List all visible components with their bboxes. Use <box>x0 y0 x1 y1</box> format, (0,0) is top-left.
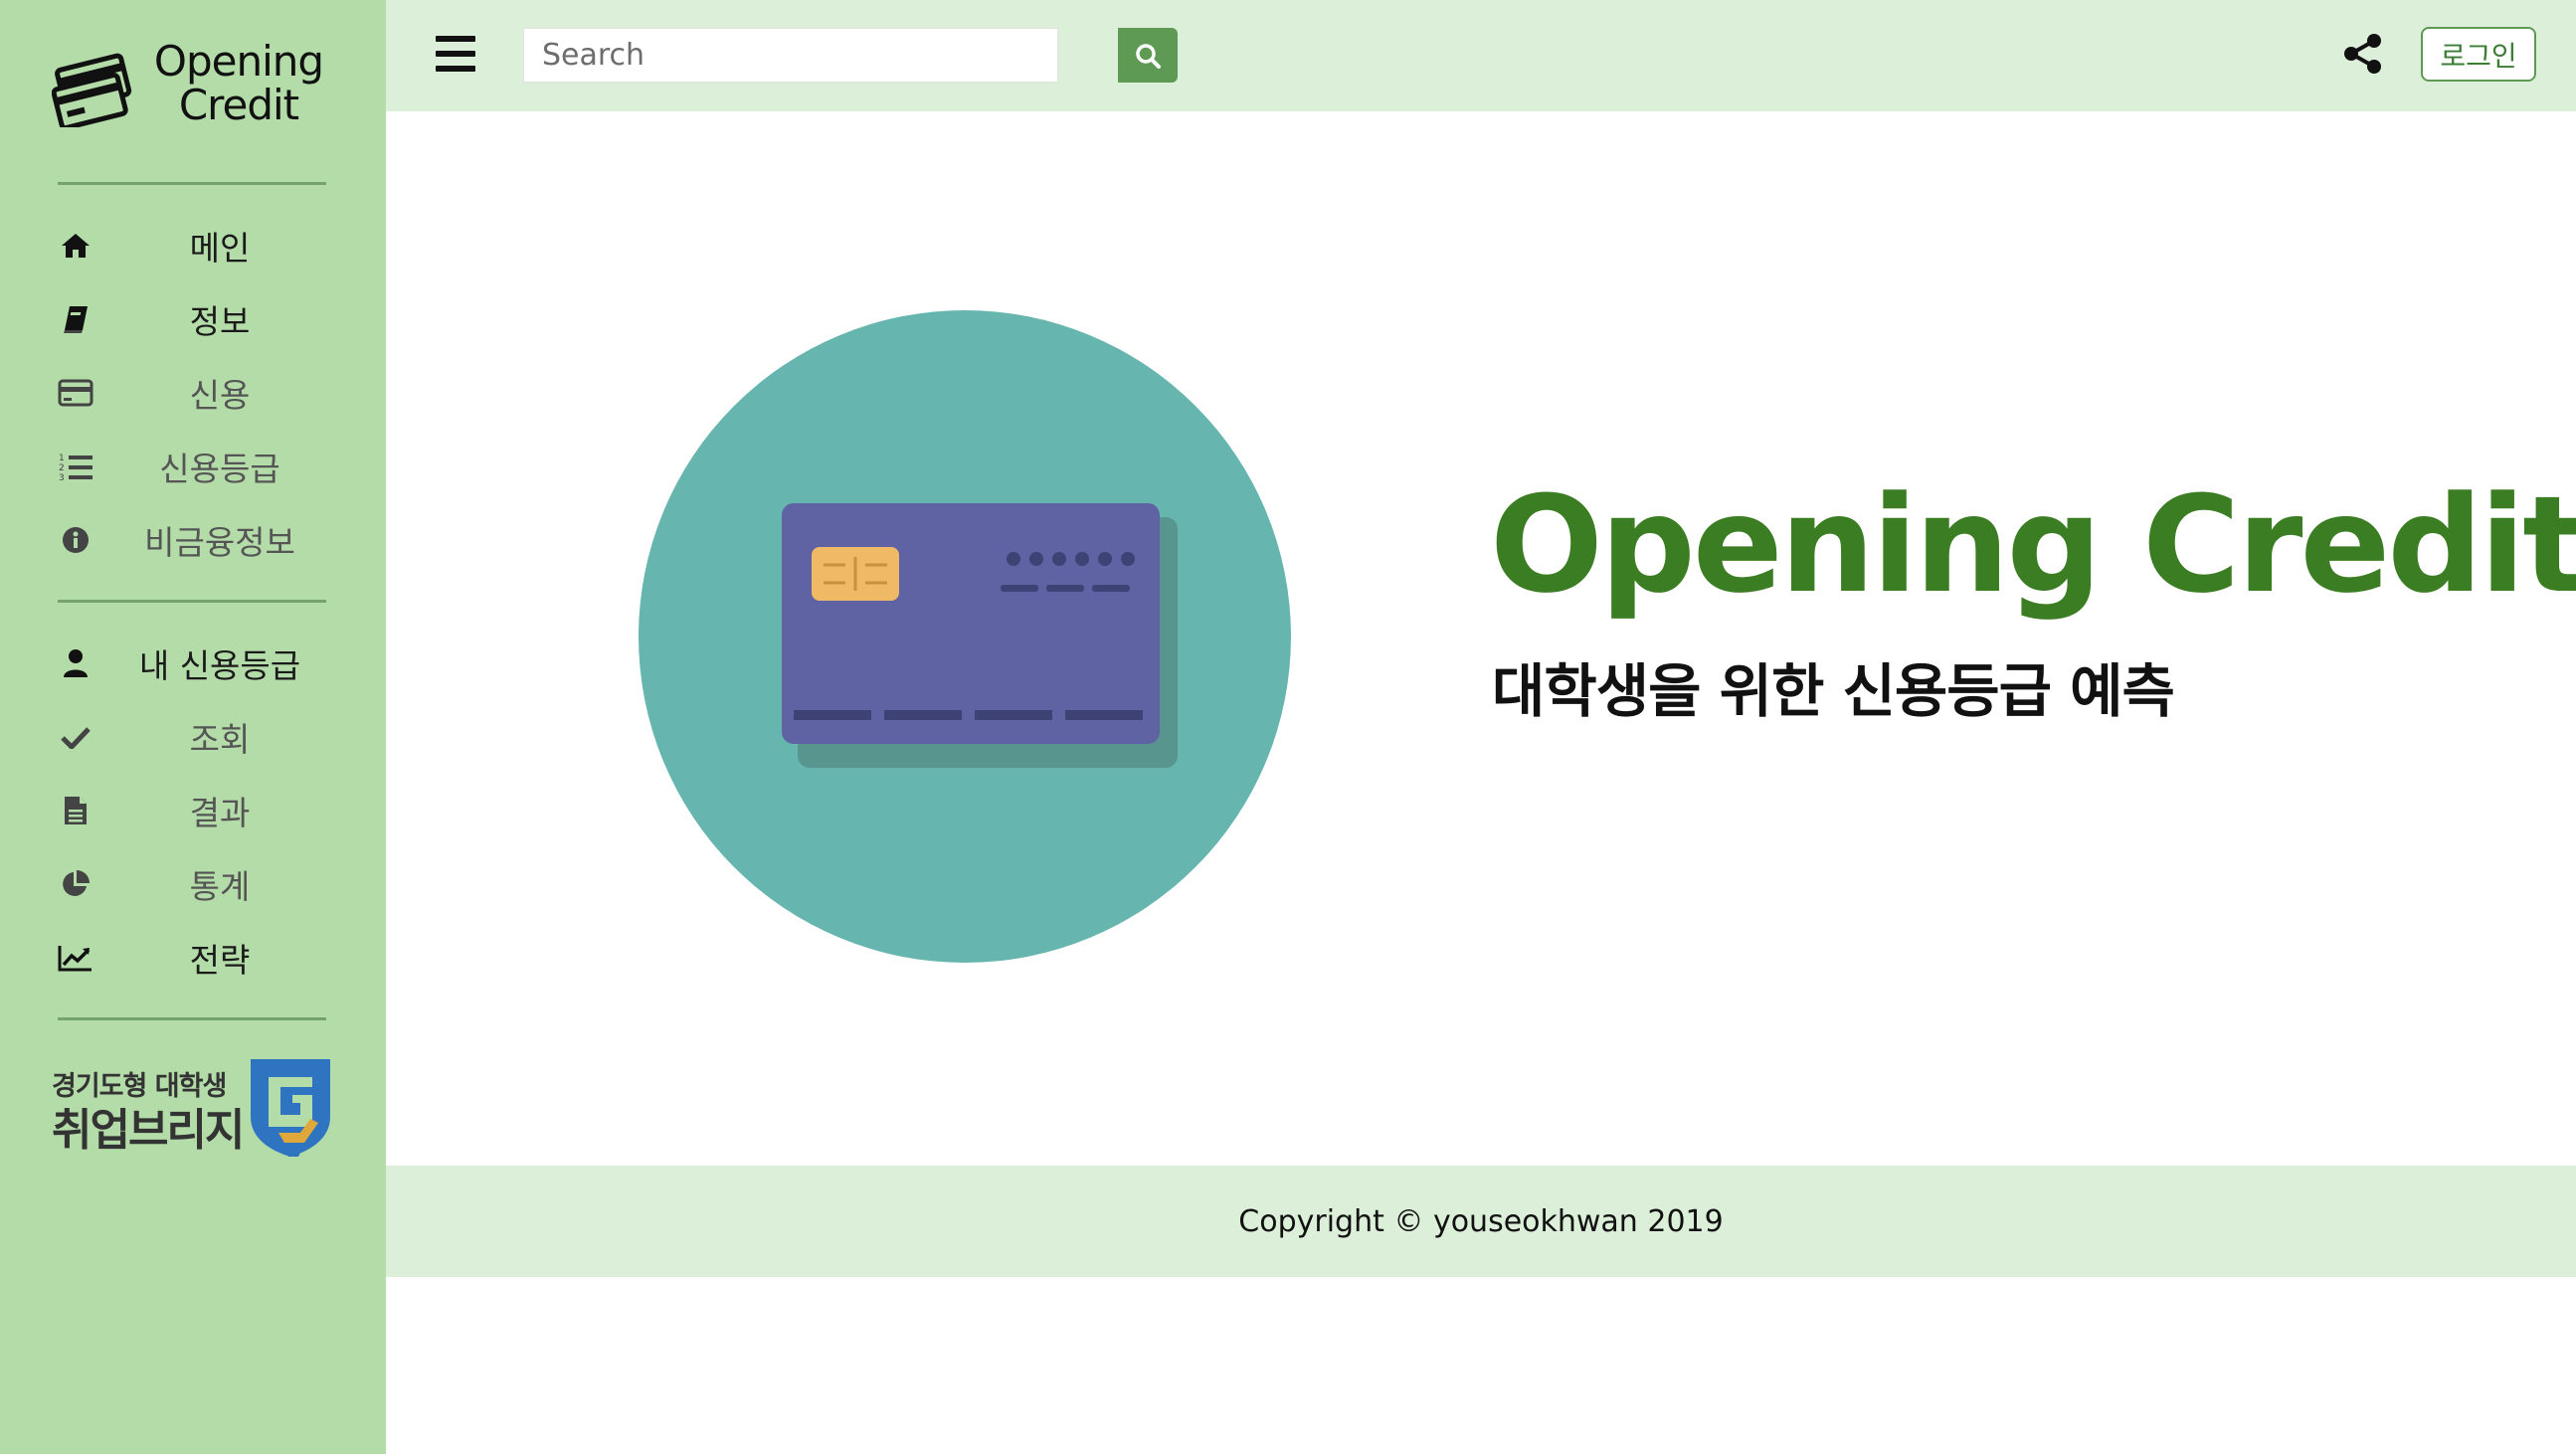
book-icon <box>58 301 93 337</box>
svg-text:1: 1 <box>59 454 65 463</box>
search-button[interactable] <box>1118 28 1178 83</box>
home-icon <box>58 228 93 264</box>
sidebar-item-credit[interactable]: 신용 <box>0 356 386 430</box>
search-input[interactable] <box>523 28 1058 83</box>
sidebar-item-credit-grade[interactable]: 123 신용등급 <box>0 430 386 503</box>
numbered-list-icon: 123 <box>58 449 93 484</box>
app-logo[interactable]: Opening Credit <box>52 40 340 139</box>
sidebar-item-label: 메인 <box>189 229 251 268</box>
partner-line-2: 취업브리지 <box>52 1105 245 1156</box>
hero-title: Opening Credit <box>1490 467 2576 623</box>
copyright-text: Copyright © youseokhwan 2019 <box>1238 1203 1724 1239</box>
sidebar-item-inquiry[interactable]: 조회 <box>0 700 386 774</box>
sidebar-item-label: 신용등급 <box>159 450 280 488</box>
pie-chart-icon <box>58 866 93 902</box>
sidebar-item-info[interactable]: 정보 <box>0 282 386 356</box>
menu-toggle-icon[interactable] <box>436 36 475 72</box>
svg-text:2: 2 <box>59 463 65 473</box>
sidebar-item-label: 내 신용등급 <box>138 646 301 685</box>
info-icon <box>58 522 93 558</box>
sidebar-divider <box>58 1017 326 1020</box>
credit-card-illustration <box>639 310 1291 963</box>
sidebar-item-label: 신용 <box>189 376 251 415</box>
sidebar-item-label: 비금융정보 <box>144 523 295 562</box>
gyeonggi-bridge-emblem-icon <box>251 1059 330 1157</box>
hero-subtitle: 대학생을 위한 신용등급 예측 <box>1492 657 2175 725</box>
sidebar-item-label: 전략 <box>189 941 251 980</box>
logo-text: Opening Credit <box>139 40 338 127</box>
footer: Copyright © youseokhwan 2019 <box>386 1166 2576 1277</box>
sidebar-divider <box>58 600 326 603</box>
logo-line-2: Credit <box>178 81 299 129</box>
check-icon <box>58 719 93 755</box>
top-navbar: 로그인 <box>386 0 2576 111</box>
sidebar-item-statistics[interactable]: 통계 <box>0 847 386 921</box>
sidebar-item-label: 정보 <box>189 302 251 341</box>
sidebar: Opening Credit 메인 정보 신용 123 신용등급 비금융정보 내… <box>0 0 386 1454</box>
login-button[interactable]: 로그인 <box>2421 27 2536 82</box>
sidebar-item-label: 결과 <box>189 794 251 832</box>
sidebar-item-label: 통계 <box>189 867 251 906</box>
search-icon <box>1136 43 1161 69</box>
line-chart-icon <box>58 940 93 976</box>
sidebar-item-result[interactable]: 결과 <box>0 774 386 847</box>
credit-card-icon <box>58 375 93 411</box>
sidebar-item-main[interactable]: 메인 <box>0 209 386 282</box>
sidebar-item-nonfinancial-info[interactable]: 비금융정보 <box>0 503 386 577</box>
sidebar-divider <box>58 182 326 185</box>
user-icon <box>58 645 93 681</box>
sidebar-item-strategy[interactable]: 전략 <box>0 921 386 995</box>
sidebar-item-label: 조회 <box>189 720 251 759</box>
sidebar-item-my-credit-grade[interactable]: 내 신용등급 <box>0 627 386 700</box>
credit-cards-logo-icon <box>52 53 132 127</box>
logo-line-1: Opening <box>153 37 324 86</box>
share-icon[interactable] <box>2341 32 2385 76</box>
document-icon <box>58 793 93 828</box>
svg-text:3: 3 <box>59 473 65 481</box>
partner-banner[interactable]: 경기도형 대학생 취업브리지 <box>52 1054 340 1164</box>
